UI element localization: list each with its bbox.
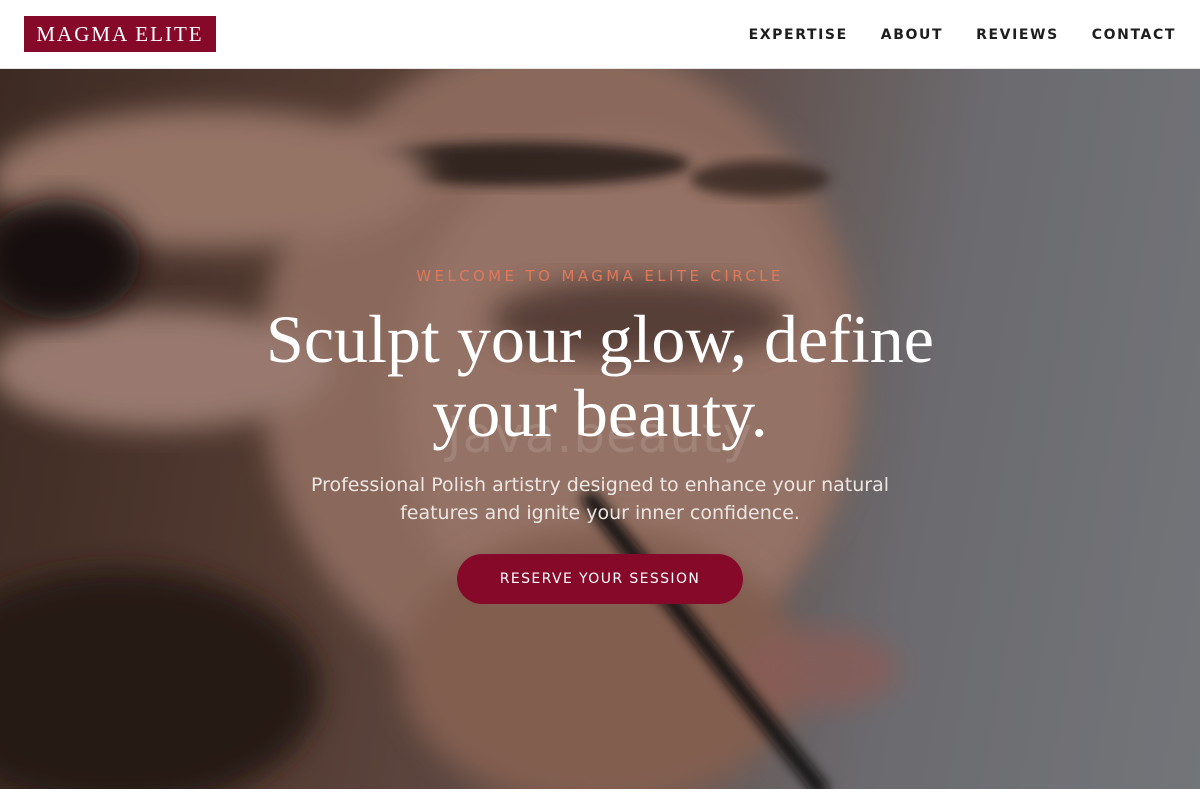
hero-subtext-line-1: Professional Polish artistry designed to… <box>310 474 890 496</box>
nav-link-contact[interactable]: CONTACT <box>1092 27 1176 43</box>
top-navigation: MAGMA ELITE EXPERTISE ABOUT REVIEWS CONT… <box>0 0 1200 69</box>
hero-section: Java.beauty WELCOME TO MAGMA ELITE CIRCL… <box>0 69 1200 789</box>
hero-subtext-line-2: features and ignite your inner confidenc… <box>400 502 800 524</box>
nav-link-about[interactable]: ABOUT <box>881 27 943 43</box>
hero-eyebrow: WELCOME TO MAGMA ELITE CIRCLE <box>416 267 784 285</box>
reserve-session-button[interactable]: RESERVE YOUR SESSION <box>457 554 743 604</box>
main-menu: EXPERTISE ABOUT REVIEWS CONTACT <box>749 0 1176 69</box>
hero-headline-line-1: Sculpt your glow, define <box>266 301 934 377</box>
hero-headline-line-2: your beauty. <box>432 375 768 451</box>
nav-link-reviews[interactable]: REVIEWS <box>976 27 1059 43</box>
nav-link-expertise[interactable]: EXPERTISE <box>749 27 848 43</box>
hero-headline: Sculpt your glow, define your beauty. <box>200 302 1000 450</box>
brand-logo[interactable]: MAGMA ELITE <box>24 16 216 52</box>
hero-subtext: Professional Polish artistry designed to… <box>280 471 920 527</box>
